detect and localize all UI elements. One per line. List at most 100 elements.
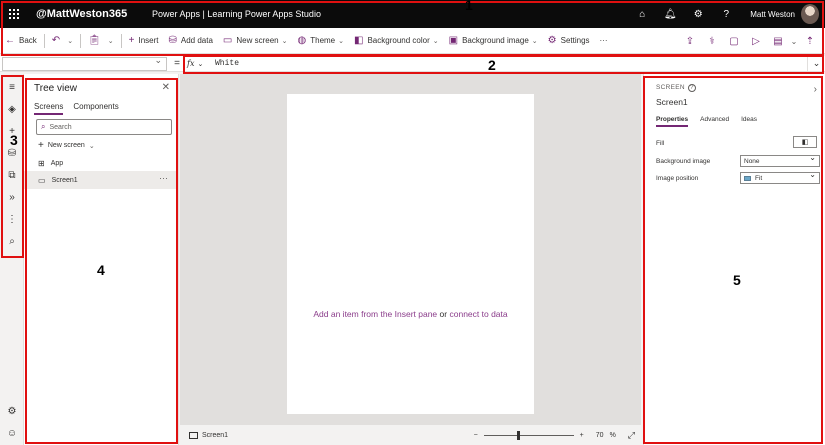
paint-bucket-icon: ◧ bbox=[801, 139, 809, 146]
plus-icon: + bbox=[128, 35, 135, 46]
property-dropdown[interactable] bbox=[2, 55, 167, 71]
chevron-down-icon: ⌄ bbox=[432, 37, 439, 45]
callout-number-4: 4 bbox=[97, 262, 105, 278]
layers-icon[interactable]: ◈ bbox=[0, 98, 24, 120]
tab-advanced[interactable]: Advanced bbox=[700, 116, 729, 127]
equals-sign: = bbox=[174, 58, 180, 69]
environment-icon[interactable]: ⌂ bbox=[628, 0, 656, 28]
search-input[interactable]: ⌕ Search bbox=[36, 119, 172, 135]
background-image-dropdown[interactable]: None bbox=[740, 153, 820, 167]
fill-color-button[interactable]: ◧ bbox=[793, 136, 817, 148]
save-icon[interactable]: ▤ bbox=[767, 36, 789, 47]
search-icon[interactable]: ⌕ bbox=[0, 230, 24, 252]
chevron-down-icon: ⌄ bbox=[88, 142, 95, 150]
app-screen[interactable]: Add an item from the Insert pane or conn… bbox=[287, 94, 534, 414]
insert-button[interactable]: + Insert bbox=[124, 28, 164, 54]
variables-icon[interactable]: ⋮ bbox=[0, 208, 24, 230]
add-data-button[interactable]: ⛁ Add data bbox=[164, 28, 218, 54]
gear-icon: ⚙ bbox=[547, 35, 557, 46]
bell-icon[interactable]: 🔔︎ bbox=[656, 0, 684, 28]
help-icon[interactable]: ? bbox=[712, 0, 740, 28]
gear-icon[interactable]: ⚙ bbox=[684, 0, 712, 28]
search-icon: ⌕ bbox=[41, 122, 46, 131]
zoom-in-icon[interactable]: + bbox=[580, 432, 584, 439]
tree-node-screen1[interactable]: ▭ Screen1 ··· bbox=[24, 171, 178, 189]
command-bar: ← Back ↶ ⌄ 📋︎ ⌄ + Insert ⛁ Add data ▭ New scre… bbox=[0, 28, 825, 54]
fit-to-window-icon[interactable]: ⤢ bbox=[628, 430, 635, 441]
divider bbox=[80, 33, 82, 48]
undo-button[interactable]: ↶ ⌄ bbox=[47, 28, 78, 54]
gear-icon[interactable]: ⚙ bbox=[0, 400, 24, 422]
comment-icon[interactable]: ▢ bbox=[723, 36, 745, 47]
app-title: Power Apps | Learning Power Apps Studio bbox=[152, 9, 321, 19]
screen-icon: ▭ bbox=[38, 175, 46, 185]
expand-formula-icon[interactable]: ⌄ bbox=[807, 55, 825, 72]
tab-properties[interactable]: Properties bbox=[656, 116, 689, 127]
chevron-down-icon: ⌄ bbox=[531, 37, 538, 45]
help-icon[interactable]: ? bbox=[687, 84, 696, 92]
theme-button[interactable]: ◍ Theme ⌄ bbox=[293, 28, 350, 54]
share-icon[interactable]: ⇪ bbox=[679, 36, 701, 47]
image-position-row: Image position Fit bbox=[656, 170, 820, 185]
image-position-dropdown[interactable]: Fit bbox=[740, 170, 820, 184]
user-icon[interactable]: ☺ bbox=[0, 422, 24, 444]
plus-icon: + bbox=[38, 140, 44, 151]
image-icon bbox=[744, 175, 751, 181]
user-name: Matt Weston bbox=[750, 9, 795, 19]
chevron-down-icon: ⌄ bbox=[281, 37, 288, 45]
avatar[interactable] bbox=[801, 4, 819, 24]
tab-components[interactable]: Components bbox=[73, 102, 118, 115]
zoom-thumb[interactable] bbox=[516, 430, 520, 440]
zoom-slider[interactable] bbox=[483, 430, 574, 440]
paste-button[interactable]: 📋︎ ⌄ bbox=[83, 28, 119, 54]
settings-button[interactable]: ⚙ Settings bbox=[543, 28, 595, 54]
chevron-down-icon: ⌄ bbox=[197, 59, 204, 68]
background-image-row: Background image None bbox=[656, 153, 820, 168]
app-checker-icon[interactable]: ⚕ bbox=[701, 36, 723, 47]
more-options-icon[interactable]: ··· bbox=[159, 173, 168, 183]
hamburger-icon[interactable]: ≡ bbox=[0, 76, 24, 98]
media-icon[interactable]: ⧉ bbox=[0, 164, 24, 186]
callout-number-1: 1 bbox=[465, 0, 473, 13]
publish-icon[interactable]: ⇡ bbox=[799, 36, 821, 47]
database-icon: ⛁ bbox=[168, 35, 177, 46]
callout-number-2: 2 bbox=[488, 57, 496, 73]
image-icon: ▣ bbox=[448, 35, 459, 46]
status-bar: Screen1 − + 70 % ⤢ bbox=[180, 425, 641, 445]
zoom-out-icon[interactable]: − bbox=[474, 432, 478, 439]
tree-view-pane: Tree view ✕ Screens Components ⌕ Search … bbox=[24, 74, 179, 445]
new-screen-button[interactable]: ▭ New screen ⌄ bbox=[218, 28, 293, 54]
formula-bar: = fx⌄ White ⌄ bbox=[0, 55, 825, 72]
screen-icon: ▭ bbox=[222, 35, 233, 46]
control-name: Screen1 bbox=[656, 97, 688, 107]
arrow-left-icon: ← bbox=[5, 35, 15, 46]
tree-node-app[interactable]: ⊞ App bbox=[24, 154, 178, 172]
top-bar: @MattWeston365 Power Apps | Learning Pow… bbox=[0, 0, 825, 28]
properties-pane: SCREEN? › Screen1 Properties Advanced Id… bbox=[643, 74, 825, 445]
waffle-icon[interactable] bbox=[0, 0, 28, 28]
connect-data-link[interactable]: connect to data bbox=[449, 309, 507, 319]
screen-selector[interactable]: Screen1 bbox=[189, 431, 228, 439]
tab-screens[interactable]: Screens bbox=[34, 102, 64, 115]
chevron-down-icon[interactable]: ⌄ bbox=[789, 37, 799, 46]
more-button[interactable]: ··· bbox=[595, 28, 613, 54]
divider bbox=[43, 33, 45, 48]
empty-screen-hint: Add an item from the Insert pane or conn… bbox=[313, 309, 508, 319]
chevron-right-icon[interactable]: › bbox=[814, 84, 817, 95]
background-image-button[interactable]: ▣ Background image ⌄ bbox=[444, 28, 543, 54]
back-button[interactable]: ← Back bbox=[0, 28, 42, 54]
new-screen-button[interactable]: + New screen ⌄ bbox=[38, 140, 95, 151]
screen-icon bbox=[189, 431, 198, 439]
tab-ideas[interactable]: Ideas bbox=[741, 116, 757, 127]
divider bbox=[120, 33, 122, 48]
close-icon[interactable]: ✕ bbox=[162, 82, 170, 93]
play-icon[interactable]: ▷ bbox=[745, 36, 767, 47]
canvas-area: Add an item from the Insert pane or conn… bbox=[180, 74, 641, 425]
fx-button[interactable]: fx ⌄ bbox=[187, 59, 215, 68]
insert-pane-link[interactable]: Add an item from the Insert pane bbox=[313, 309, 437, 319]
power-automate-icon[interactable]: » bbox=[0, 186, 24, 208]
background-color-button[interactable]: ◧ Background color ⌄ bbox=[349, 28, 444, 54]
formula-input[interactable]: White bbox=[215, 59, 807, 68]
app-icon: ⊞ bbox=[38, 158, 45, 168]
callout-number-5: 5 bbox=[733, 272, 741, 288]
